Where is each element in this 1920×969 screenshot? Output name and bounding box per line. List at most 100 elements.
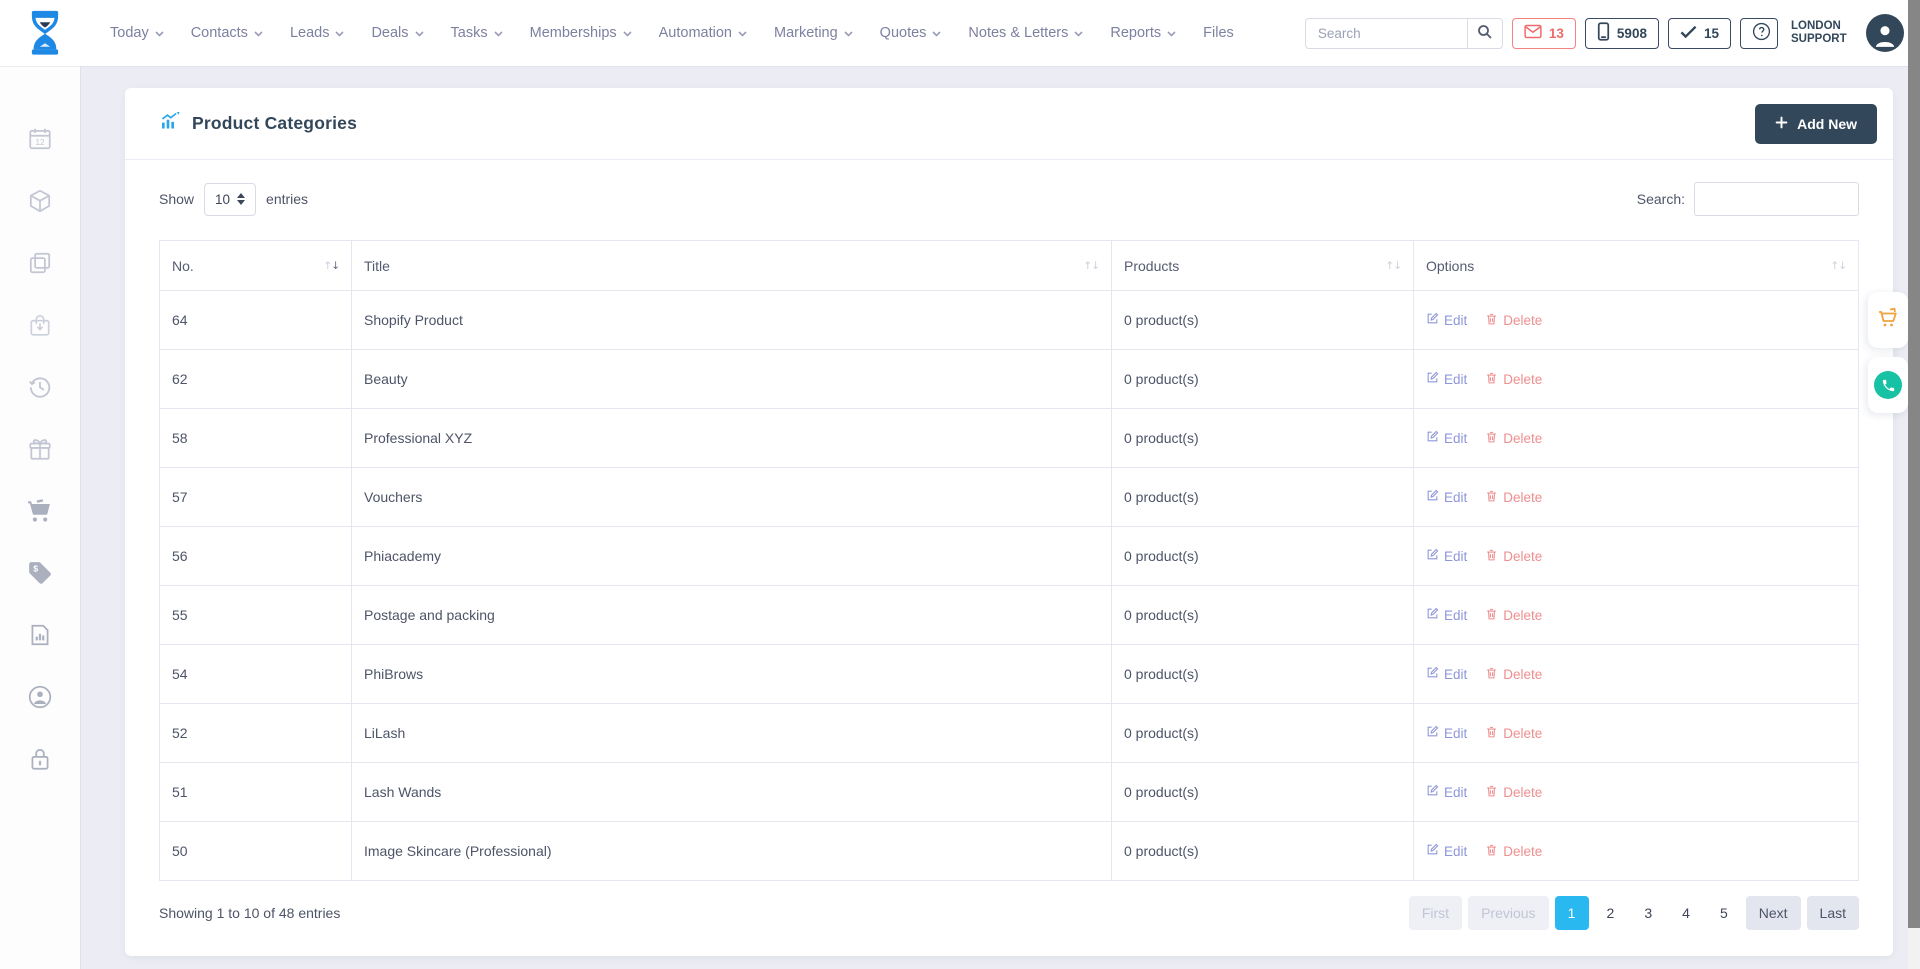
nav-item-label: Notes & Letters: [968, 25, 1068, 41]
table-row: 57 Vouchers 0 product(s) Edit: [160, 468, 1859, 527]
pagination-page-2[interactable]: 2: [1595, 896, 1627, 930]
app-logo-hourglass-icon[interactable]: [24, 10, 66, 56]
chevron-down-icon: [155, 25, 164, 41]
calendar-icon[interactable]: 12: [27, 126, 53, 152]
edit-link[interactable]: Edit: [1426, 430, 1467, 446]
nav-item-contacts[interactable]: Contacts: [191, 25, 263, 41]
nav-item-label: Memberships: [530, 25, 617, 41]
pagination-first[interactable]: First: [1409, 896, 1462, 930]
cell-products: 0 product(s): [1112, 704, 1414, 763]
pagination-last[interactable]: Last: [1807, 896, 1859, 930]
nav-item-leads[interactable]: Leads: [290, 25, 345, 41]
delete-link[interactable]: Delete: [1485, 725, 1542, 742]
edit-icon: [1426, 430, 1439, 446]
nav-item-reports[interactable]: Reports: [1110, 25, 1176, 41]
nav-item-automation[interactable]: Automation: [659, 25, 747, 41]
pagination-next[interactable]: Next: [1746, 896, 1801, 930]
chevron-down-icon: [1167, 25, 1176, 41]
sort-icon: ↑↓: [1385, 260, 1401, 272]
history-icon[interactable]: [27, 374, 53, 400]
table-body: 64 Shopify Product 0 product(s) Edit: [160, 291, 1859, 881]
edit-link[interactable]: Edit: [1426, 784, 1467, 800]
edit-link[interactable]: Edit: [1426, 312, 1467, 328]
cell-products: 0 product(s): [1112, 409, 1414, 468]
report-file-icon[interactable]: [27, 622, 53, 648]
column-header-options[interactable]: Options ↑↓: [1414, 241, 1859, 291]
edit-link[interactable]: Edit: [1426, 371, 1467, 387]
cell-options: Edit Delete: [1414, 763, 1859, 822]
shopping-bag-icon[interactable]: [27, 312, 53, 338]
scrollbar-thumb[interactable]: [1908, 0, 1920, 928]
help-button[interactable]: [1740, 18, 1778, 49]
pagination-page-3[interactable]: 3: [1632, 896, 1664, 930]
nav-item-tasks[interactable]: Tasks: [451, 25, 503, 41]
checkmark-icon: [1680, 25, 1697, 42]
column-header-title[interactable]: Title ↑↓: [352, 241, 1112, 291]
price-tag-icon[interactable]: $: [27, 560, 53, 586]
main-nav: Today Contacts Leads Deals Tasks Memberships A…: [110, 25, 1234, 41]
cart-icon[interactable]: [27, 498, 53, 524]
add-new-button[interactable]: Add New: [1755, 104, 1877, 144]
lock-icon[interactable]: [27, 746, 53, 772]
global-search-input[interactable]: [1305, 18, 1467, 49]
avatar[interactable]: [1866, 14, 1904, 52]
nav-item-memberships[interactable]: Memberships: [530, 25, 632, 41]
delete-link[interactable]: Delete: [1485, 489, 1542, 506]
column-header-products[interactable]: Products ↑↓: [1112, 241, 1414, 291]
page-length-select[interactable]: 10: [204, 183, 256, 216]
search-button[interactable]: [1467, 18, 1503, 49]
column-header-no[interactable]: No. ↑↓: [160, 241, 352, 291]
cell-options: Edit Delete: [1414, 291, 1859, 350]
delete-link[interactable]: Delete: [1485, 666, 1542, 683]
nav-item-deals[interactable]: Deals: [371, 25, 423, 41]
cart-side-tab[interactable]: [1868, 292, 1908, 348]
cell-no: 57: [160, 468, 352, 527]
phone-call-icon: [1874, 371, 1902, 399]
cell-options: Edit Delete: [1414, 350, 1859, 409]
global-search: [1305, 18, 1503, 49]
cell-no: 50: [160, 822, 352, 881]
call-side-tab[interactable]: [1868, 357, 1908, 413]
pagination-previous[interactable]: Previous: [1468, 896, 1548, 930]
nav-item-notes-letters[interactable]: Notes & Letters: [968, 25, 1083, 41]
package-icon[interactable]: [27, 188, 53, 214]
pagination-page-5[interactable]: 5: [1708, 896, 1740, 930]
mail-badge[interactable]: 13: [1512, 18, 1576, 49]
top-bar: Today Contacts Leads Deals Tasks Memberships A…: [0, 0, 1920, 66]
delete-link[interactable]: Delete: [1485, 371, 1542, 388]
page-title: Product Categories: [192, 113, 357, 134]
cell-options: Edit Delete: [1414, 645, 1859, 704]
edit-link[interactable]: Edit: [1426, 666, 1467, 682]
trash-icon: [1485, 725, 1498, 742]
gift-icon[interactable]: [27, 436, 53, 462]
delete-link[interactable]: Delete: [1485, 548, 1542, 565]
table-row: 62 Beauty 0 product(s) Edit: [160, 350, 1859, 409]
table-search-input[interactable]: [1694, 182, 1859, 216]
user-name: LONDON SUPPORT: [1791, 20, 1857, 46]
account-icon[interactable]: [27, 684, 53, 710]
delete-link[interactable]: Delete: [1485, 312, 1542, 329]
edit-link[interactable]: Edit: [1426, 607, 1467, 623]
edit-link[interactable]: Edit: [1426, 548, 1467, 564]
nav-item-today[interactable]: Today: [110, 25, 164, 41]
nav-item-marketing[interactable]: Marketing: [774, 25, 853, 41]
edit-link[interactable]: Edit: [1426, 843, 1467, 859]
icon-sidebar: 12: [0, 66, 80, 969]
nav-item-files[interactable]: Files: [1203, 25, 1234, 41]
cell-products: 0 product(s): [1112, 527, 1414, 586]
nav-item-quotes[interactable]: Quotes: [880, 25, 942, 41]
cell-no: 51: [160, 763, 352, 822]
clone-icon[interactable]: [27, 250, 53, 276]
edit-link[interactable]: Edit: [1426, 489, 1467, 505]
edit-icon: [1426, 784, 1439, 800]
tasks-badge[interactable]: 15: [1668, 18, 1731, 49]
delete-link[interactable]: Delete: [1485, 784, 1542, 801]
cell-title: Vouchers: [352, 468, 1112, 527]
calls-badge[interactable]: 5908: [1585, 18, 1659, 49]
edit-link[interactable]: Edit: [1426, 725, 1467, 741]
delete-link[interactable]: Delete: [1485, 607, 1542, 624]
delete-link[interactable]: Delete: [1485, 843, 1542, 860]
pagination-page-1[interactable]: 1: [1555, 896, 1589, 930]
delete-link[interactable]: Delete: [1485, 430, 1542, 447]
pagination-page-4[interactable]: 4: [1670, 896, 1702, 930]
